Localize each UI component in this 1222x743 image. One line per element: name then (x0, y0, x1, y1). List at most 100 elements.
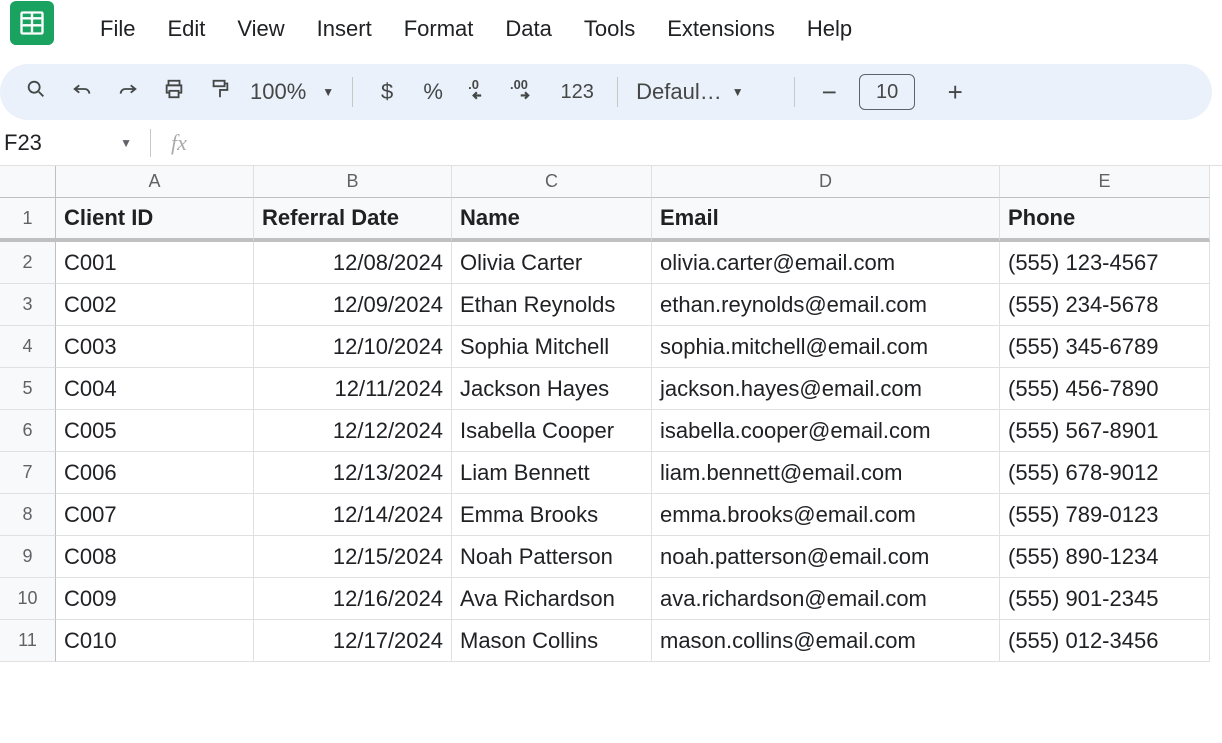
col-header-a[interactable]: A (56, 166, 254, 198)
cell[interactable]: 12/15/2024 (254, 536, 452, 578)
cell[interactable]: isabella.cooper@email.com (652, 410, 1000, 452)
row-header[interactable]: 7 (0, 452, 56, 494)
cell[interactable]: Mason Collins (452, 620, 652, 662)
cell[interactable]: (555) 012-3456 (1000, 620, 1210, 662)
cell[interactable]: (555) 678-9012 (1000, 452, 1210, 494)
row-header[interactable]: 2 (0, 242, 56, 284)
undo-button[interactable] (66, 76, 98, 108)
cell[interactable]: Ethan Reynolds (452, 284, 652, 326)
name-box[interactable]: F23 ▼ (0, 130, 150, 156)
cell[interactable]: (555) 345-6789 (1000, 326, 1210, 368)
cell[interactable]: Liam Bennett (452, 452, 652, 494)
cell[interactable]: Referral Date (254, 198, 452, 242)
row-header[interactable]: 10 (0, 578, 56, 620)
menu-edit[interactable]: Edit (151, 10, 221, 48)
font-size-input[interactable]: 10 (859, 74, 915, 110)
menu-bar: File Edit View Insert Format Data Tools … (84, 10, 868, 48)
cell[interactable]: emma.brooks@email.com (652, 494, 1000, 536)
cell[interactable]: olivia.carter@email.com (652, 242, 1000, 284)
cell[interactable]: (555) 234-5678 (1000, 284, 1210, 326)
select-all-corner[interactable] (0, 166, 56, 198)
increase-decimal-button[interactable]: .00 (509, 76, 541, 108)
cell[interactable]: liam.bennett@email.com (652, 452, 1000, 494)
cell[interactable]: Olivia Carter (452, 242, 652, 284)
cell[interactable]: mason.collins@email.com (652, 620, 1000, 662)
cell[interactable]: ethan.reynolds@email.com (652, 284, 1000, 326)
cell[interactable]: C001 (56, 242, 254, 284)
cell[interactable]: C009 (56, 578, 254, 620)
cell[interactable]: 12/11/2024 (254, 368, 452, 410)
col-header-e[interactable]: E (1000, 166, 1210, 198)
sheets-app-icon[interactable] (10, 1, 54, 45)
cell[interactable]: 12/10/2024 (254, 326, 452, 368)
menu-extensions[interactable]: Extensions (651, 10, 791, 48)
row-header[interactable]: 4 (0, 326, 56, 368)
menu-tools[interactable]: Tools (568, 10, 651, 48)
cell[interactable]: Email (652, 198, 1000, 242)
cell[interactable]: C002 (56, 284, 254, 326)
cell[interactable]: ava.richardson@email.com (652, 578, 1000, 620)
cell[interactable]: (555) 456-7890 (1000, 368, 1210, 410)
cell[interactable]: 12/16/2024 (254, 578, 452, 620)
cell[interactable]: 12/12/2024 (254, 410, 452, 452)
cell[interactable]: C004 (56, 368, 254, 410)
cell[interactable]: (555) 890-1234 (1000, 536, 1210, 578)
cell[interactable]: C003 (56, 326, 254, 368)
redo-button[interactable] (112, 76, 144, 108)
col-header-d[interactable]: D (652, 166, 1000, 198)
decrease-decimal-button[interactable]: .0 (463, 76, 495, 108)
cell[interactable]: sophia.mitchell@email.com (652, 326, 1000, 368)
row-header[interactable]: 6 (0, 410, 56, 452)
zoom-dropdown[interactable]: 100% ▼ (250, 79, 334, 105)
cell[interactable]: noah.patterson@email.com (652, 536, 1000, 578)
cell[interactable]: (555) 901-2345 (1000, 578, 1210, 620)
cell[interactable]: (555) 123-4567 (1000, 242, 1210, 284)
cell[interactable]: C005 (56, 410, 254, 452)
cell[interactable]: Isabella Cooper (452, 410, 652, 452)
cell[interactable]: Emma Brooks (452, 494, 652, 536)
cell[interactable]: 12/08/2024 (254, 242, 452, 284)
formula-input[interactable] (187, 120, 1222, 165)
cell[interactable]: Noah Patterson (452, 536, 652, 578)
menu-help[interactable]: Help (791, 10, 868, 48)
search-button[interactable] (20, 76, 52, 108)
currency-button[interactable]: $ (371, 76, 403, 108)
increase-font-size-button[interactable]: + (939, 76, 971, 108)
cell[interactable]: C006 (56, 452, 254, 494)
cell[interactable]: (555) 789-0123 (1000, 494, 1210, 536)
cell[interactable]: jackson.hayes@email.com (652, 368, 1000, 410)
menu-file[interactable]: File (84, 10, 151, 48)
percent-button[interactable]: % (417, 76, 449, 108)
col-header-c[interactable]: C (452, 166, 652, 198)
cell[interactable]: C008 (56, 536, 254, 578)
cell[interactable]: Client ID (56, 198, 254, 242)
cell[interactable]: 12/14/2024 (254, 494, 452, 536)
cell[interactable]: Name (452, 198, 652, 242)
print-button[interactable] (158, 76, 190, 108)
menu-insert[interactable]: Insert (301, 10, 388, 48)
cell[interactable]: Phone (1000, 198, 1210, 242)
row-header-1[interactable]: 1 (0, 198, 56, 242)
cell[interactable]: C007 (56, 494, 254, 536)
cell[interactable]: Jackson Hayes (452, 368, 652, 410)
cell[interactable]: (555) 567-8901 (1000, 410, 1210, 452)
row-header[interactable]: 9 (0, 536, 56, 578)
row-header[interactable]: 3 (0, 284, 56, 326)
cell[interactable]: 12/17/2024 (254, 620, 452, 662)
col-header-b[interactable]: B (254, 166, 452, 198)
cell[interactable]: Sophia Mitchell (452, 326, 652, 368)
cell[interactable]: 12/09/2024 (254, 284, 452, 326)
row-header[interactable]: 8 (0, 494, 56, 536)
menu-view[interactable]: View (221, 10, 300, 48)
row-header[interactable]: 11 (0, 620, 56, 662)
cell[interactable]: C010 (56, 620, 254, 662)
cell[interactable]: 12/13/2024 (254, 452, 452, 494)
font-family-dropdown[interactable]: Defaul… ▼ (636, 79, 776, 105)
menu-data[interactable]: Data (489, 10, 567, 48)
row-header[interactable]: 5 (0, 368, 56, 410)
cell[interactable]: Ava Richardson (452, 578, 652, 620)
menu-format[interactable]: Format (388, 10, 490, 48)
paint-format-button[interactable] (204, 76, 236, 108)
decrease-font-size-button[interactable]: − (813, 76, 845, 108)
number-format-button[interactable]: 123 (555, 76, 599, 108)
